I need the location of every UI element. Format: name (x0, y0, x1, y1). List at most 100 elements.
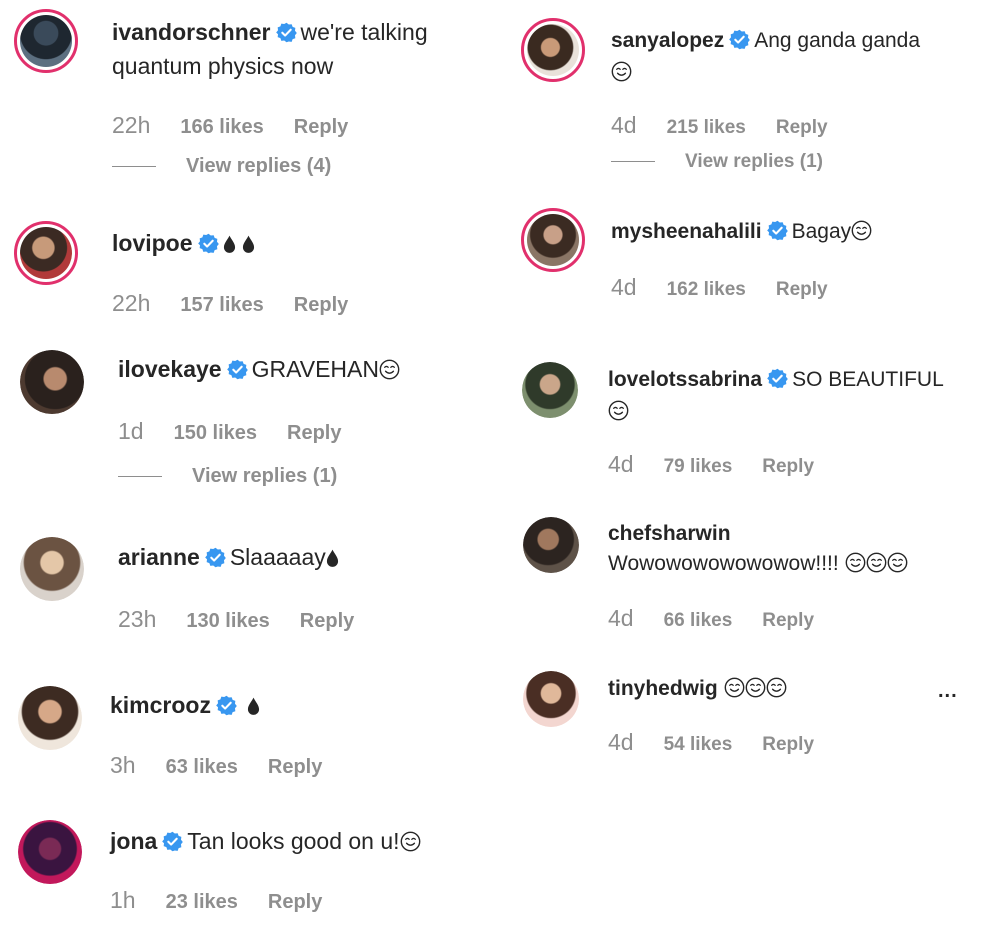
comment-body: tinyhedwig (608, 673, 787, 705)
reply-button[interactable]: Reply (762, 610, 814, 631)
reply-button[interactable]: Reply (268, 756, 322, 778)
likes-count[interactable]: 215 likes (667, 117, 746, 138)
avatar[interactable] (521, 18, 585, 82)
drop-emoji-icon (247, 697, 260, 716)
smiley-emoji-icon (887, 552, 908, 573)
timestamp: 1h (110, 887, 136, 913)
comment-text: Wowowowowowowow!!!! (608, 552, 839, 575)
reply-button[interactable]: Reply (294, 116, 348, 138)
verified-badge-icon (205, 547, 226, 568)
verified-badge-icon (162, 831, 183, 852)
avatar[interactable] (521, 208, 585, 272)
avatar[interactable] (20, 537, 84, 601)
avatar[interactable] (523, 671, 579, 727)
username[interactable]: chefsharwin (608, 522, 731, 545)
avatar[interactable] (523, 517, 579, 573)
username[interactable]: kimcrooz (110, 692, 211, 718)
verified-badge-icon (198, 233, 219, 254)
comment-meta: 4d 66 likes Reply (608, 605, 814, 632)
comment-text-line2: Wowowowowowowow!!!! (608, 548, 908, 580)
timestamp: 4d (608, 729, 634, 755)
comment-text: Slaaaaay (229, 544, 326, 570)
username[interactable]: mysheenahalili (611, 220, 762, 243)
avatar[interactable] (18, 820, 82, 884)
avatar[interactable] (20, 350, 84, 414)
verified-badge-icon (767, 220, 788, 241)
avatar[interactable] (522, 362, 578, 418)
comment-meta: 22h 166 likes Reply (112, 112, 348, 139)
avatar[interactable] (18, 686, 82, 750)
timestamp: 23h (118, 606, 157, 632)
avatar[interactable] (14, 221, 78, 285)
verified-badge-icon (729, 29, 750, 50)
view-replies-button[interactable]: View replies (4) (112, 155, 331, 178)
username[interactable]: tinyhedwig (608, 677, 718, 700)
comment-body: chefsharwin (608, 518, 731, 550)
likes-count[interactable]: 166 likes (180, 116, 263, 138)
view-replies-button[interactable]: View replies (1) (611, 151, 823, 173)
comment-text: GRAVEHAN (251, 356, 379, 382)
view-replies-label: View replies (4) (186, 155, 332, 177)
comment-meta: 22h 157 likes Reply (112, 290, 348, 317)
smiley-emoji-icon (845, 552, 866, 573)
username[interactable]: sanyalopez (611, 29, 724, 52)
comment-text: Tan looks good on u! (187, 828, 400, 854)
view-replies-button[interactable]: View replies (1) (118, 465, 337, 488)
username[interactable]: ivandorschner (112, 19, 271, 45)
comment-body: jona Tan looks good on u! (110, 825, 421, 857)
comment-meta: 4d 162 likes Reply (611, 274, 828, 301)
timestamp: 4d (608, 605, 634, 631)
reply-button[interactable]: Reply (776, 279, 828, 300)
smiley-emoji-icon (745, 677, 766, 698)
smiley-emoji-icon (866, 552, 887, 573)
comment-text: SO BEAUTIFUL (792, 368, 944, 391)
verified-badge-icon (767, 368, 788, 389)
comment-text: we're talking (300, 19, 428, 45)
view-replies-label: View replies (1) (685, 151, 823, 172)
divider (611, 161, 655, 163)
username[interactable]: lovipoe (112, 230, 193, 256)
verified-badge-icon (227, 359, 248, 380)
comment-body: ivandorschner we're talking (112, 16, 428, 48)
smiley-emoji-icon (766, 677, 787, 698)
comment-text: Bagay (791, 220, 852, 243)
comment-text-line2 (608, 394, 629, 426)
likes-count[interactable]: 157 likes (180, 294, 263, 316)
comment-meta: 3h 63 likes Reply (110, 752, 322, 779)
smiley-emoji-icon (379, 359, 400, 380)
likes-count[interactable]: 54 likes (664, 734, 733, 755)
comment-meta: 4d 54 likes Reply (608, 729, 814, 756)
comment-body: lovelotssabrina SO BEAUTIFUL (608, 364, 944, 396)
reply-button[interactable]: Reply (287, 422, 341, 444)
timestamp: 22h (112, 112, 151, 138)
more-options-icon[interactable]: ... (938, 680, 958, 703)
reply-button[interactable]: Reply (294, 294, 348, 316)
likes-count[interactable]: 162 likes (667, 279, 746, 300)
comment-body: arianne Slaaaaay (118, 541, 339, 573)
avatar[interactable] (14, 9, 78, 73)
verified-badge-icon (216, 695, 237, 716)
comment-meta: 23h 130 likes Reply (118, 606, 354, 633)
timestamp: 1d (118, 418, 144, 444)
smiley-emoji-icon (608, 400, 629, 421)
drop-emoji-icon (242, 235, 255, 254)
reply-button[interactable]: Reply (300, 610, 354, 632)
reply-button[interactable]: Reply (268, 891, 322, 913)
reply-button[interactable]: Reply (776, 117, 828, 138)
username[interactable]: lovelotssabrina (608, 368, 762, 391)
likes-count[interactable]: 130 likes (186, 610, 269, 632)
username[interactable]: jona (110, 828, 157, 854)
comment-body: ilovekaye GRAVEHAN (118, 353, 400, 385)
likes-count[interactable]: 150 likes (174, 422, 257, 444)
reply-button[interactable]: Reply (762, 456, 814, 477)
username[interactable]: arianne (118, 544, 200, 570)
likes-count[interactable]: 63 likes (166, 756, 238, 778)
likes-count[interactable]: 23 likes (166, 891, 238, 913)
timestamp: 22h (112, 290, 151, 316)
comment-text-line2: quantum physics now (112, 53, 334, 79)
likes-count[interactable]: 66 likes (664, 610, 733, 631)
smiley-emoji-icon (400, 831, 421, 852)
reply-button[interactable]: Reply (762, 734, 814, 755)
likes-count[interactable]: 79 likes (664, 456, 733, 477)
username[interactable]: ilovekaye (118, 356, 222, 382)
